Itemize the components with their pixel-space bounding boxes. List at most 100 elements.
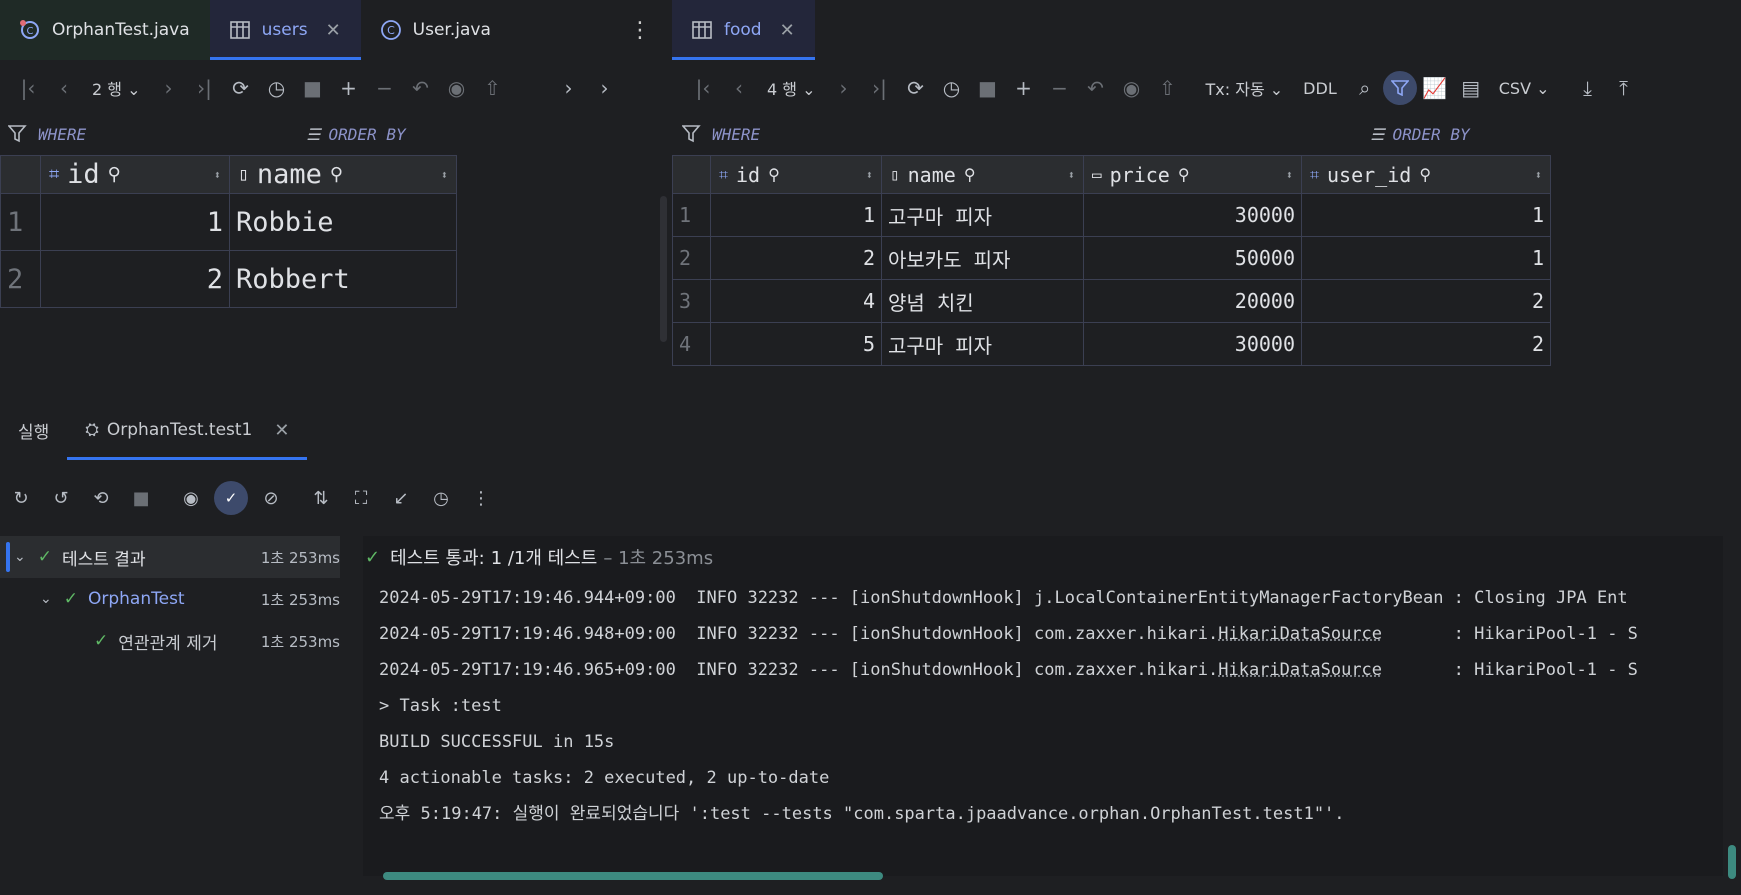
history-icon[interactable]: ◷ — [934, 70, 970, 106]
tx-mode-select[interactable]: Tx: 자동 ⌄ — [1196, 76, 1294, 100]
tab-food[interactable]: food ✕ — [672, 0, 815, 60]
show-passed-icon[interactable]: ◉ — [174, 481, 208, 515]
cell-user-id[interactable]: 1 — [1301, 236, 1551, 280]
download-icon[interactable]: ⤓ — [1570, 70, 1606, 106]
tab-orphantest-java[interactable]: C OrphanTest.java — [0, 0, 210, 60]
chevron-down-icon[interactable]: ⌄ — [14, 549, 26, 565]
sort-arrows-icon[interactable]: ⬍ — [1286, 168, 1293, 182]
vertical-scrollbar[interactable] — [660, 196, 667, 342]
table-row[interactable]: 4 5 고구마 피자 30000 2 — [672, 322, 1551, 366]
export-format-select[interactable]: CSV ⌄ — [1489, 79, 1560, 98]
show-successful-toggle-icon[interactable]: ✓ — [214, 481, 248, 515]
cell-name[interactable]: Robbert — [229, 250, 457, 308]
column-filter-icon[interactable]: ⚲ — [1178, 165, 1190, 184]
where-filter[interactable]: WHERE — [8, 125, 86, 144]
sort-arrows-icon[interactable]: ⬍ — [214, 168, 221, 182]
tab-run[interactable]: 실행 — [0, 400, 67, 460]
last-page-icon[interactable]: ›| — [862, 70, 898, 106]
cell-price[interactable]: 30000 — [1083, 322, 1302, 366]
last-page-icon[interactable]: ›| — [187, 70, 223, 106]
delete-row-icon[interactable]: − — [367, 70, 403, 106]
stop-icon[interactable]: ■ — [970, 70, 1006, 106]
column-header-name[interactable]: ▯ name ⚲ ⬍ — [881, 155, 1084, 194]
import-tests-icon[interactable]: ⛶ — [344, 481, 378, 515]
cell-price[interactable]: 50000 — [1083, 236, 1302, 280]
tree-node-test[interactable]: ✓ 연관관계 제거 1초 253ms — [0, 620, 340, 662]
sort-tests-icon[interactable]: ⇅ — [304, 481, 338, 515]
column-header-id[interactable]: ⌗ id ⚲ ⬍ — [40, 155, 230, 194]
horizontal-scrollbar[interactable] — [383, 872, 883, 880]
more-tabs-icon[interactable]: ⋮ — [615, 0, 665, 60]
preview-changes-icon[interactable]: ◉ — [1114, 70, 1150, 106]
column-header-name[interactable]: ▯ name ⚲ ⬍ — [229, 155, 457, 194]
submit-icon[interactable]: ⇧ — [1150, 70, 1186, 106]
stop-icon[interactable]: ■ — [295, 70, 331, 106]
table-row[interactable]: 3 4 양념 치킨 20000 2 — [672, 279, 1551, 323]
cell-name[interactable]: 양념 치킨 — [881, 279, 1084, 323]
close-icon[interactable]: ✕ — [326, 20, 341, 41]
cell-name[interactable]: 고구마 피자 — [881, 322, 1084, 366]
prev-page-icon[interactable]: ‹ — [46, 70, 82, 106]
first-page-icon[interactable]: |‹ — [10, 70, 46, 106]
chart-icon[interactable]: 📈 — [1417, 70, 1453, 106]
preview-changes-icon[interactable]: ◉ — [439, 70, 475, 106]
tree-node-root[interactable]: ⌄ ✓ 테스트 결과 1초 253ms — [0, 536, 340, 578]
stop-icon[interactable]: ■ — [124, 481, 158, 515]
next-page-icon[interactable]: › — [826, 70, 862, 106]
tab-users[interactable]: users ✕ — [209, 0, 361, 60]
row-count-select[interactable]: 4 행 ⌄ — [757, 76, 826, 100]
console-link[interactable]: HikariDataSource — [1218, 660, 1382, 680]
close-icon[interactable]: ✕ — [780, 20, 795, 41]
cell-price[interactable]: 20000 — [1083, 279, 1302, 323]
cell-name[interactable]: Robbie — [229, 193, 457, 251]
show-ignored-icon[interactable]: ⊘ — [254, 481, 288, 515]
revert-icon[interactable]: ↶ — [403, 70, 439, 106]
collapse-icon[interactable]: ↙ — [384, 481, 418, 515]
transpose-icon[interactable]: ▤ — [1453, 70, 1489, 106]
submit-icon[interactable]: ⇧ — [475, 70, 511, 106]
cell-id[interactable]: 1 — [40, 193, 230, 251]
history-icon[interactable]: ◷ — [259, 70, 295, 106]
sort-arrows-icon[interactable]: ⬍ — [1535, 168, 1542, 182]
sort-arrows-icon[interactable]: ⬍ — [441, 168, 448, 182]
column-filter-icon[interactable]: ⚲ — [964, 165, 976, 184]
tab-user-java[interactable]: C User.java — [361, 0, 511, 60]
table-row[interactable]: 2 2 아보카도 피자 50000 1 — [672, 236, 1551, 280]
sort-arrows-icon[interactable]: ⬍ — [866, 168, 873, 182]
tab-run-config[interactable]: ⛭ OrphanTest.test1 ✕ — [67, 400, 308, 460]
cell-user-id[interactable]: 2 — [1301, 279, 1551, 323]
upload-icon[interactable]: ⤒ — [1606, 70, 1642, 106]
column-header-price[interactable]: ▭ price ⚲ ⬍ — [1083, 155, 1302, 194]
rerun-failed-icon[interactable]: ↺ — [44, 481, 78, 515]
cell-id[interactable]: 2 — [40, 250, 230, 308]
add-row-icon[interactable]: + — [1006, 70, 1042, 106]
cell-user-id[interactable]: 1 — [1301, 193, 1551, 237]
expand-toolbar-icon-2[interactable]: › — [587, 70, 623, 106]
first-page-icon[interactable]: |‹ — [685, 70, 721, 106]
cell-user-id[interactable]: 2 — [1301, 322, 1551, 366]
ddl-button[interactable]: DDL — [1293, 79, 1347, 98]
rerun-icon[interactable]: ↻ — [4, 481, 38, 515]
column-filter-icon[interactable]: ⚲ — [1419, 165, 1431, 184]
refresh-icon[interactable]: ⟳ — [898, 70, 934, 106]
revert-icon[interactable]: ↶ — [1078, 70, 1114, 106]
column-header-user-id[interactable]: ⌗ user_id ⚲ ⬍ — [1301, 155, 1551, 194]
close-icon[interactable]: ✕ — [274, 420, 289, 441]
column-header-id[interactable]: ⌗ id ⚲ ⬍ — [710, 155, 882, 194]
console-link[interactable]: HikariDataSource — [1218, 624, 1382, 644]
cell-name[interactable]: 고구마 피자 — [881, 193, 1084, 237]
row-count-select[interactable]: 2 행 ⌄ — [82, 76, 151, 100]
column-filter-icon[interactable]: ⚲ — [108, 164, 121, 185]
table-row[interactable]: 2 2 Robbert — [0, 250, 457, 308]
cell-id[interactable]: 4 — [710, 279, 882, 323]
add-row-icon[interactable]: + — [331, 70, 367, 106]
next-page-icon[interactable]: › — [151, 70, 187, 106]
tree-node-class[interactable]: ⌄ ✓ OrphanTest 1초 253ms — [0, 578, 340, 620]
refresh-icon[interactable]: ⟳ — [223, 70, 259, 106]
cell-price[interactable]: 30000 — [1083, 193, 1302, 237]
test-history-icon[interactable]: ◷ — [424, 481, 458, 515]
column-filter-icon[interactable]: ⚲ — [330, 164, 343, 185]
cell-name[interactable]: 아보카도 피자 — [881, 236, 1084, 280]
vertical-scrollbar[interactable] — [1728, 845, 1736, 879]
table-row[interactable]: 1 1 고구마 피자 30000 1 — [672, 193, 1551, 237]
